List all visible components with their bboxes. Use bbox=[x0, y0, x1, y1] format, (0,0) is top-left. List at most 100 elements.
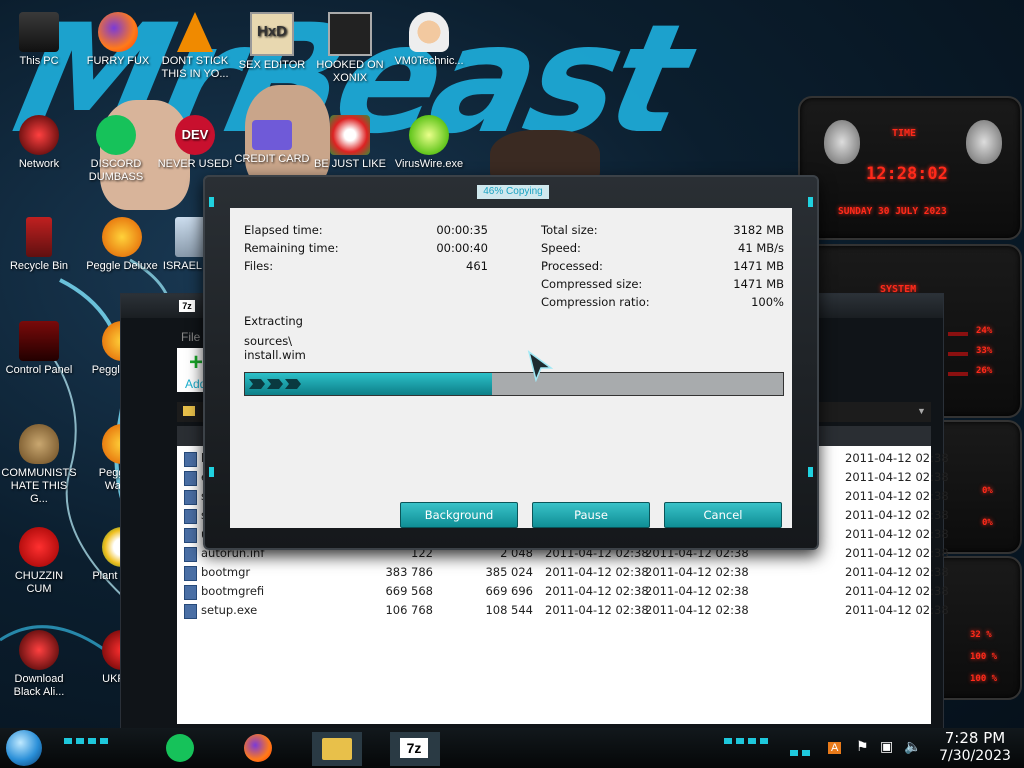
file-icon bbox=[184, 585, 197, 600]
start-orb-button[interactable] bbox=[6, 730, 42, 766]
desktop-icon-vm0technic[interactable]: VM0Technic... bbox=[391, 8, 467, 68]
net-value: 100 % bbox=[970, 652, 998, 662]
background-button[interactable]: Background bbox=[400, 502, 518, 528]
cancel-button[interactable]: Cancel bbox=[664, 502, 782, 528]
dialog-body: Elapsed time: 00:00:35 Remaining time: 0… bbox=[230, 208, 792, 528]
xonix-game-icon bbox=[328, 12, 372, 56]
desktop-icon-label: HOOKED ON XONIX bbox=[316, 59, 384, 84]
extract-progress-dialog[interactable]: 46% Copying Elapsed time: 00:00:35 Remai… bbox=[203, 175, 819, 550]
desktop-icon-label: FURRY FUX bbox=[86, 55, 150, 67]
file-accessed: 2011-04-12 02:38 bbox=[845, 546, 949, 560]
7zip-icon: 7z bbox=[400, 738, 428, 758]
file-modified: 2011-04-12 02:38 bbox=[545, 603, 649, 617]
desktop-icon-this-pc[interactable]: This PC bbox=[1, 8, 77, 68]
desktop-icon-sex-editor[interactable]: HxD SEX EDITOR bbox=[234, 8, 310, 72]
desktop-icon-never-used[interactable]: DEV NEVER USED! bbox=[157, 111, 233, 171]
desktop-icon-peggle-deluxe[interactable]: Peggle Deluxe bbox=[84, 213, 160, 273]
credit-card-icon bbox=[252, 120, 292, 150]
file-size: 383 786 bbox=[385, 565, 433, 579]
desktop-icon-label: Download Black Ali... bbox=[13, 673, 65, 698]
file-date: 2011-04-12 02:38 bbox=[845, 508, 949, 522]
file-modified: 2011-04-12 02:38 bbox=[545, 584, 649, 598]
cpu-bar bbox=[948, 372, 968, 376]
desktop-icon-communists[interactable]: COMMUNISTS HATE THIS G... bbox=[1, 420, 77, 506]
desktop-icon-dont-stick[interactable]: DONT STICK THIS IN YO... bbox=[157, 8, 233, 81]
taskbar-7zip[interactable]: 7z bbox=[390, 732, 440, 766]
desktop-icon-recycle-bin[interactable]: Recycle Bin bbox=[1, 213, 77, 273]
desktop-icon-control-panel[interactable]: Control Panel bbox=[1, 317, 77, 377]
alien-head-icon bbox=[966, 120, 1002, 164]
taskbar-clock-time[interactable]: 7:28 PM bbox=[940, 729, 1010, 747]
santa-game-icon bbox=[330, 115, 370, 155]
files-value: 461 bbox=[466, 259, 488, 273]
net-value: 32 % bbox=[970, 630, 992, 640]
compressed-size-value: 1471 MB bbox=[733, 277, 784, 291]
desktop-icon-be-just-like[interactable]: BE JUST LIKE bbox=[312, 111, 388, 171]
desktop-icon-label: Peggle Deluxe bbox=[86, 260, 158, 272]
desktop-icon-label: VirusWire.exe bbox=[394, 158, 464, 170]
file-size: 106 768 bbox=[385, 603, 433, 617]
desktop-icon-label: Control Panel bbox=[5, 364, 73, 376]
operation-label: Extracting bbox=[244, 314, 303, 328]
desktop-icon-viruswire[interactable]: VirusWire.exe bbox=[391, 111, 467, 171]
language-icon[interactable]: A bbox=[828, 738, 842, 754]
taskbar-file-explorer[interactable] bbox=[312, 732, 362, 766]
file-created: 2011-04-12 02:38 bbox=[645, 584, 749, 598]
money-bag-icon bbox=[19, 424, 59, 464]
chevron-down-icon[interactable]: ▼ bbox=[917, 406, 926, 416]
speed-label: Speed: bbox=[541, 241, 581, 255]
firefox-icon bbox=[244, 734, 272, 762]
folder-up-icon[interactable] bbox=[183, 406, 195, 416]
progress-bar bbox=[244, 372, 784, 396]
taskbar-notes-app[interactable] bbox=[158, 732, 202, 766]
files-label: Files: bbox=[244, 259, 274, 273]
file-icon bbox=[184, 547, 197, 562]
desktop-icon-network[interactable]: Network bbox=[1, 111, 77, 171]
current-file: install.wim bbox=[244, 348, 306, 362]
desktop-icon-label: CHUZZIN CUM bbox=[14, 570, 64, 595]
lime-icon bbox=[409, 115, 449, 155]
file-size: 669 568 bbox=[385, 584, 433, 598]
volume-icon[interactable]: 🔈 bbox=[904, 738, 921, 755]
desktop-icon-label: SEX EDITOR bbox=[238, 59, 306, 71]
exe-icon bbox=[184, 604, 197, 619]
frame-accent bbox=[209, 197, 214, 207]
compression-ratio-label: Compression ratio: bbox=[541, 295, 650, 309]
flag-icon[interactable]: ⚑ bbox=[856, 738, 869, 755]
desktop-icon-furry-fux[interactable]: FURRY FUX bbox=[80, 8, 156, 68]
menu-file[interactable]: File bbox=[181, 330, 200, 344]
desktop-icon-chuzzin[interactable]: CHUZZIN CUM bbox=[1, 523, 77, 596]
desktop-icon-label: This PC bbox=[19, 55, 59, 67]
desktop-icon-download-black-ali[interactable]: Download Black Ali... bbox=[1, 626, 77, 699]
taskbar-clock-date[interactable]: 7/30/2023 bbox=[934, 748, 1016, 764]
cpu-bar bbox=[948, 332, 968, 336]
7zip-logo-icon: 7z bbox=[179, 300, 195, 312]
file-accessed: 2011-04-12 02:38 bbox=[845, 584, 949, 598]
desktop-icon-label: DISCORD DUMBASS bbox=[88, 158, 144, 183]
alien-orb-icon bbox=[19, 630, 59, 670]
firefox-icon bbox=[98, 12, 138, 52]
desktop-icon-label: BE JUST LIKE bbox=[314, 158, 386, 170]
table-row[interactable]: bootmgrefi 669 568 669 696 2011-04-12 02… bbox=[177, 582, 949, 601]
file-name: bootmgrefi bbox=[201, 584, 265, 598]
file-modified: 2011-04-12 02:38 bbox=[545, 565, 649, 579]
plus-icon: + bbox=[189, 349, 204, 376]
network-icon[interactable]: ▣ bbox=[880, 738, 893, 755]
file-date: 2011-04-12 02:38 bbox=[845, 489, 949, 503]
alien-head-icon bbox=[824, 120, 860, 164]
taskbar-firefox[interactable] bbox=[236, 732, 280, 766]
cpu-value: 24% bbox=[976, 326, 993, 336]
desktop-icon-hooked-on-xonix[interactable]: HOOKED ON XONIX bbox=[312, 8, 388, 85]
folder-icon bbox=[184, 471, 197, 486]
desktop-icon-label: VM0Technic... bbox=[394, 55, 464, 67]
table-row[interactable]: bootmgr 383 786 385 024 2011-04-12 02:38… bbox=[177, 563, 949, 582]
file-packed-size: 385 024 bbox=[485, 565, 533, 579]
table-row[interactable]: setup.exe 106 768 108 544 2011-04-12 02:… bbox=[177, 601, 949, 620]
frame-accent bbox=[808, 197, 813, 207]
network-orb-icon bbox=[19, 115, 59, 155]
file-created: 2011-04-12 02:38 bbox=[645, 603, 749, 617]
desktop-icon-discord-dumbass[interactable]: DISCORD DUMBASS bbox=[78, 111, 154, 184]
pause-button[interactable]: Pause bbox=[532, 502, 650, 528]
desktop-icon-credit-card[interactable]: CREDIT CARD bbox=[234, 111, 310, 166]
file-date: 2011-04-12 02:38 bbox=[845, 451, 949, 465]
